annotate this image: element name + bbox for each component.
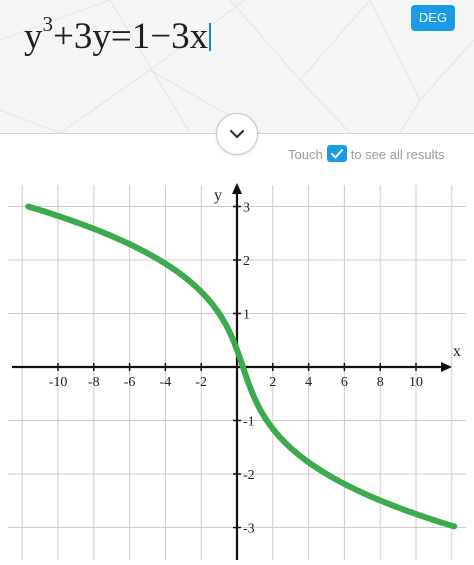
x-tick-label: 8: [377, 375, 384, 390]
text-cursor: [209, 23, 212, 51]
x-tick-label: 4: [305, 375, 312, 390]
x-tick-label: -6: [124, 375, 136, 390]
see-all-results-hint[interactable]: Touch to see all results: [288, 144, 445, 166]
equation-input[interactable]: y3+3y=1−3x: [24, 12, 212, 60]
x-tick-label: -8: [88, 375, 100, 390]
y-tick-label: 2: [243, 254, 250, 269]
x-tick-label: -10: [49, 375, 68, 390]
x-tick-label: 10: [409, 375, 423, 390]
y-tick-label: -1: [243, 415, 255, 430]
y-axis-arrow: [232, 183, 242, 194]
angle-mode-button[interactable]: DEG: [411, 5, 455, 31]
x-tick-label: -2: [195, 375, 207, 390]
equation-exponent: 3: [42, 12, 54, 36]
x-tick-label: -4: [160, 375, 172, 390]
expand-button[interactable]: [216, 113, 258, 155]
y-tick-label: -2: [243, 468, 255, 483]
x-tick-label: 2: [269, 375, 276, 390]
equation-variable: y: [24, 16, 43, 57]
x-tick-label: 6: [341, 375, 348, 390]
x-axis-label: x: [453, 343, 461, 360]
y-tick-label: 3: [243, 201, 250, 216]
tick-labels: -10 -8 -6 -4 -2 2 4 6 8 10 -3 -2 -1 1 2 3 x y: [49, 187, 461, 537]
chevron-down-icon: [229, 129, 245, 139]
graph-plot[interactable]: -10 -8 -6 -4 -2 2 4 6 8 10 -3 -2 -1 1 2 3 x y: [0, 175, 474, 565]
y-axis-label: y: [214, 187, 222, 204]
hint-suffix: to see all results: [350, 147, 445, 162]
equation-remainder: +3y=1−3x: [53, 16, 209, 57]
x-axis-arrow: [441, 362, 452, 372]
check-icon[interactable]: [326, 145, 347, 162]
hint-prefix: Touch: [288, 147, 323, 162]
y-tick-label: -3: [243, 522, 255, 537]
y-tick-label: 1: [243, 308, 250, 323]
